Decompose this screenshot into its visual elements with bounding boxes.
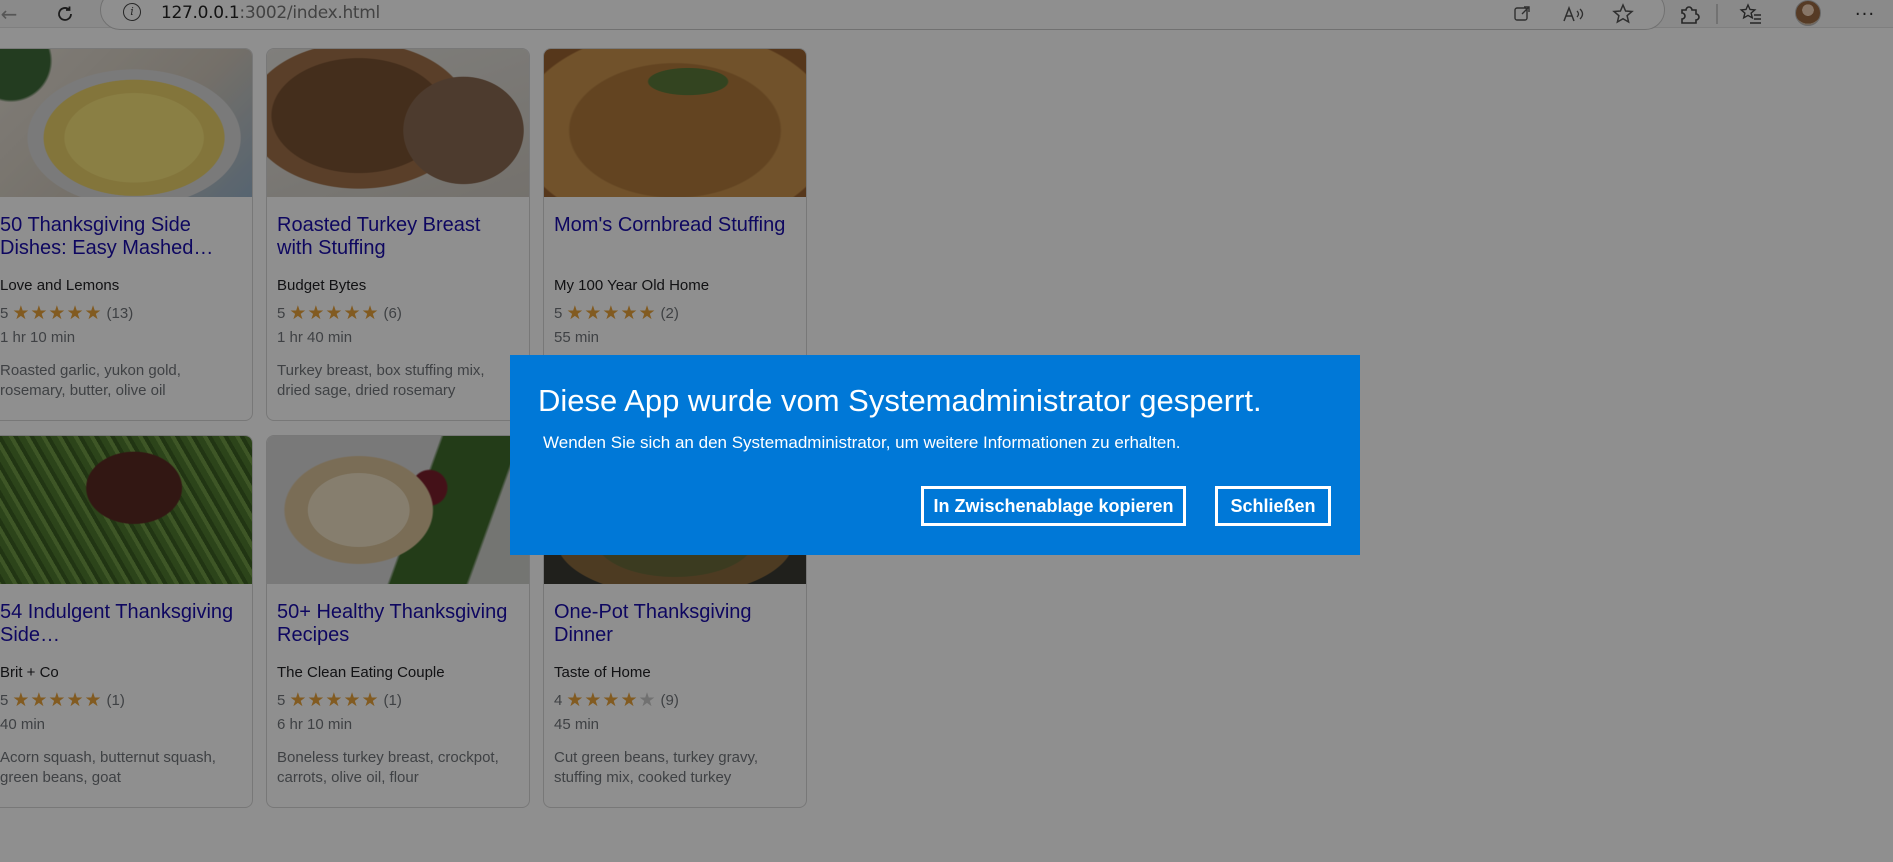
copy-to-clipboard-button[interactable]: In Zwischenablage kopieren — [921, 486, 1186, 526]
blocked-app-dialog: Diese App wurde vom Systemadministrator … — [510, 355, 1360, 555]
dialog-title: Diese App wurde vom Systemadministrator … — [538, 383, 1262, 418]
close-button[interactable]: Schließen — [1215, 486, 1331, 526]
dialog-message: Wenden Sie sich an den Systemadministrat… — [543, 433, 1181, 452]
